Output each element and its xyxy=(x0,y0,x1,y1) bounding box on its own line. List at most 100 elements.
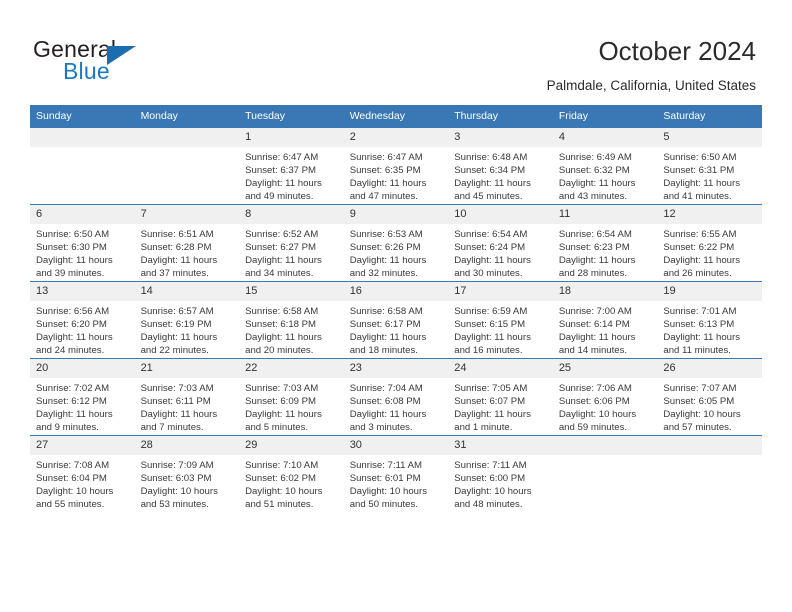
day-details: Sunrise: 6:58 AM Sunset: 6:18 PM Daylight:… xyxy=(239,301,344,357)
calendar-day-cell[interactable]: 28 Sunrise: 7:09 AM Sunset: 6:03 PM Dayligh… xyxy=(134,435,240,512)
calendar-day-cell[interactable]: 25 Sunrise: 7:06 AM Sunset: 6:06 PM Dayligh… xyxy=(552,358,658,436)
sunset-text: Sunset: 6:02 PM xyxy=(245,473,317,485)
calendar-day-cell[interactable]: 12 Sunrise: 6:55 AM Sunset: 6:22 PM Dayligh… xyxy=(657,204,762,282)
calendar-day-cell[interactable]: 24 Sunrise: 7:05 AM Sunset: 6:07 PM Dayligh… xyxy=(448,358,553,436)
sunrise-text: Sunrise: 6:56 AM xyxy=(36,306,110,317)
calendar-day-cell[interactable]: 30 Sunrise: 7:11 AM Sunset: 6:01 PM Dayligh… xyxy=(343,435,449,512)
sunset-text: Sunset: 6:24 PM xyxy=(454,242,526,254)
daylight-text-line1: Daylight: 11 hours xyxy=(454,255,531,267)
calendar-day-cell[interactable]: 9 Sunrise: 6:53 AM Sunset: 6:26 PM Daylight… xyxy=(343,204,449,282)
day-number: 3 xyxy=(448,128,553,147)
sunrise-text: Sunrise: 7:05 AM xyxy=(454,383,528,394)
sunrise-text: Sunrise: 7:06 AM xyxy=(558,383,632,394)
sunset-text: Sunset: 6:32 PM xyxy=(558,165,630,177)
daylight-text-line2: and 34 minutes. xyxy=(245,268,314,280)
calendar-day-cell[interactable]: 17 Sunrise: 6:59 AM Sunset: 6:15 PM Dayligh… xyxy=(448,281,553,359)
sunset-text: Sunset: 6:34 PM xyxy=(454,165,526,177)
calendar-day-cell[interactable]: 26 Sunrise: 7:07 AM Sunset: 6:05 PM Dayligh… xyxy=(657,358,762,436)
calendar-day-cell[interactable]: 7 Sunrise: 6:51 AM Sunset: 6:28 PM Daylight… xyxy=(134,204,240,282)
calendar-day-cell[interactable]: 21 Sunrise: 7:03 AM Sunset: 6:11 PM Dayligh… xyxy=(134,358,240,436)
daylight-text-line2: and 3 minutes. xyxy=(349,422,413,434)
sunset-text: Sunset: 6:11 PM xyxy=(140,396,211,408)
day-number xyxy=(134,128,240,147)
calendar-day-cell[interactable]: 10 Sunrise: 6:54 AM Sunset: 6:24 PM Dayligh… xyxy=(448,204,553,282)
calendar-week-row: 20 Sunrise: 7:02 AM Sunset: 6:12 PM Dayligh… xyxy=(30,358,762,436)
calendar-day-cell[interactable]: 13 Sunrise: 6:56 AM Sunset: 6:20 PM Dayligh… xyxy=(30,281,135,359)
sunset-text: Sunset: 6:09 PM xyxy=(245,396,317,408)
day-details: Sunrise: 7:00 AM Sunset: 6:14 PM Daylight:… xyxy=(553,301,658,357)
calendar-day-cell[interactable]: 16 Sunrise: 6:58 AM Sunset: 6:17 PM Dayligh… xyxy=(343,281,449,359)
sunrise-text: Sunrise: 6:53 AM xyxy=(349,229,423,240)
calendar-header-row: Sunday Monday Tuesday Wednesday Thursday… xyxy=(30,105,762,128)
daylight-text-line2: and 9 minutes. xyxy=(36,422,99,434)
sunset-text: Sunset: 6:05 PM xyxy=(663,396,735,408)
daylight-text-line1: Daylight: 11 hours xyxy=(36,409,113,421)
sunrise-text: Sunrise: 6:54 AM xyxy=(454,229,528,240)
calendar-day-cell[interactable]: 15 Sunrise: 6:58 AM Sunset: 6:18 PM Dayligh… xyxy=(239,281,344,359)
calendar-day-cell[interactable]: 19 Sunrise: 7:01 AM Sunset: 6:13 PM Dayligh… xyxy=(657,281,762,359)
sunrise-text: Sunrise: 6:57 AM xyxy=(140,306,214,317)
day-number: 9 xyxy=(343,205,449,224)
daylight-text-line2: and 26 minutes. xyxy=(663,268,732,280)
calendar-day-cell[interactable]: 20 Sunrise: 7:02 AM Sunset: 6:12 PM Dayligh… xyxy=(30,358,135,436)
calendar-day-cell[interactable]: 14 Sunrise: 6:57 AM Sunset: 6:19 PM Dayligh… xyxy=(134,281,240,359)
sunset-text: Sunset: 6:28 PM xyxy=(140,242,212,254)
calendar-cell-empty xyxy=(30,127,135,205)
sunset-text: Sunset: 6:06 PM xyxy=(558,396,630,408)
calendar-day-cell[interactable]: 6 Sunrise: 6:50 AM Sunset: 6:30 PM Daylight… xyxy=(30,204,135,282)
page-title: October 2024 xyxy=(598,36,756,66)
day-details: Sunrise: 6:59 AM Sunset: 6:15 PM Daylight:… xyxy=(448,301,553,357)
day-details: Sunrise: 6:48 AM Sunset: 6:34 PM Daylight:… xyxy=(448,147,553,203)
day-number: 27 xyxy=(30,436,135,455)
daylight-text-line2: and 39 minutes. xyxy=(36,268,105,280)
calendar-day-cell[interactable]: 23 Sunrise: 7:04 AM Sunset: 6:08 PM Dayligh… xyxy=(343,358,449,436)
day-number: 7 xyxy=(134,205,240,224)
daylight-text-line1: Daylight: 10 hours xyxy=(558,409,637,421)
calendar-day-cell[interactable]: 22 Sunrise: 7:03 AM Sunset: 6:09 PM Dayligh… xyxy=(239,358,344,436)
brand-logo[interactable]: General Blue xyxy=(33,36,163,86)
day-number: 6 xyxy=(30,205,135,224)
sunrise-text: Sunrise: 6:54 AM xyxy=(558,229,632,240)
day-number: 23 xyxy=(343,359,449,378)
calendar-week-row: 6 Sunrise: 6:50 AM Sunset: 6:30 PM Daylight… xyxy=(30,204,762,282)
calendar-day-cell[interactable]: 1 Sunrise: 6:47 AM Sunset: 6:37 PM Daylight… xyxy=(239,127,344,205)
weekday-header-monday: Monday xyxy=(134,105,240,128)
day-number: 18 xyxy=(552,282,658,301)
calendar-day-cell[interactable]: 27 Sunrise: 7:08 AM Sunset: 6:04 PM Dayligh… xyxy=(30,435,135,512)
calendar-day-cell[interactable]: 11 Sunrise: 6:54 AM Sunset: 6:23 PM Dayligh… xyxy=(552,204,658,282)
day-number: 8 xyxy=(239,205,344,224)
day-details: Sunrise: 6:50 AM Sunset: 6:31 PM Daylight:… xyxy=(657,147,762,203)
daylight-text-line1: Daylight: 11 hours xyxy=(245,178,322,190)
day-number: 24 xyxy=(448,359,553,378)
day-number: 14 xyxy=(134,282,240,301)
daylight-text-line2: and 18 minutes. xyxy=(349,345,418,357)
daylight-text-line2: and 30 minutes. xyxy=(454,268,523,280)
day-details: Sunrise: 7:04 AM Sunset: 6:08 PM Daylight:… xyxy=(344,378,449,434)
day-details: Sunrise: 7:08 AM Sunset: 6:04 PM Daylight:… xyxy=(30,455,135,511)
day-details: Sunrise: 7:10 AM Sunset: 6:02 PM Daylight:… xyxy=(239,455,344,511)
sunrise-text: Sunrise: 7:11 AM xyxy=(454,460,527,471)
daylight-text-line1: Daylight: 11 hours xyxy=(663,178,740,190)
sunset-text: Sunset: 6:00 PM xyxy=(454,473,526,485)
daylight-text-line1: Daylight: 11 hours xyxy=(36,332,113,344)
sunrise-text: Sunrise: 7:03 AM xyxy=(245,383,319,394)
day-details: Sunrise: 6:47 AM Sunset: 6:37 PM Daylight:… xyxy=(239,147,344,203)
sunrise-text: Sunrise: 7:10 AM xyxy=(245,460,319,471)
logo-text-secondary: Blue xyxy=(63,58,110,84)
calendar-day-cell[interactable]: 31 Sunrise: 7:11 AM Sunset: 6:00 PM Dayligh… xyxy=(448,435,553,512)
calendar-day-cell[interactable]: 29 Sunrise: 7:10 AM Sunset: 6:02 PM Dayligh… xyxy=(239,435,344,512)
daylight-text-line1: Daylight: 10 hours xyxy=(454,486,532,498)
calendar-day-cell[interactable]: 2 Sunrise: 6:47 AM Sunset: 6:35 PM Daylight… xyxy=(343,127,449,205)
calendar-day-cell[interactable]: 3 Sunrise: 6:48 AM Sunset: 6:34 PM Daylight… xyxy=(448,127,553,205)
sunrise-text: Sunrise: 6:52 AM xyxy=(245,229,319,240)
calendar-day-cell[interactable]: 5 Sunrise: 6:50 AM Sunset: 6:31 PM Daylight… xyxy=(657,127,762,205)
sunrise-text: Sunrise: 6:59 AM xyxy=(454,306,528,317)
daylight-text-line1: Daylight: 11 hours xyxy=(140,409,218,421)
day-number: 22 xyxy=(239,359,344,378)
daylight-text-line1: Daylight: 11 hours xyxy=(140,255,218,267)
day-number: 20 xyxy=(30,359,135,378)
calendar-day-cell[interactable]: 4 Sunrise: 6:49 AM Sunset: 6:32 PM Daylight… xyxy=(552,127,658,205)
sunset-text: Sunset: 6:18 PM xyxy=(245,319,317,331)
calendar-day-cell[interactable]: 8 Sunrise: 6:52 AM Sunset: 6:27 PM Daylight… xyxy=(239,204,344,282)
calendar-day-cell[interactable]: 18 Sunrise: 7:00 AM Sunset: 6:14 PM Dayligh… xyxy=(552,281,658,359)
